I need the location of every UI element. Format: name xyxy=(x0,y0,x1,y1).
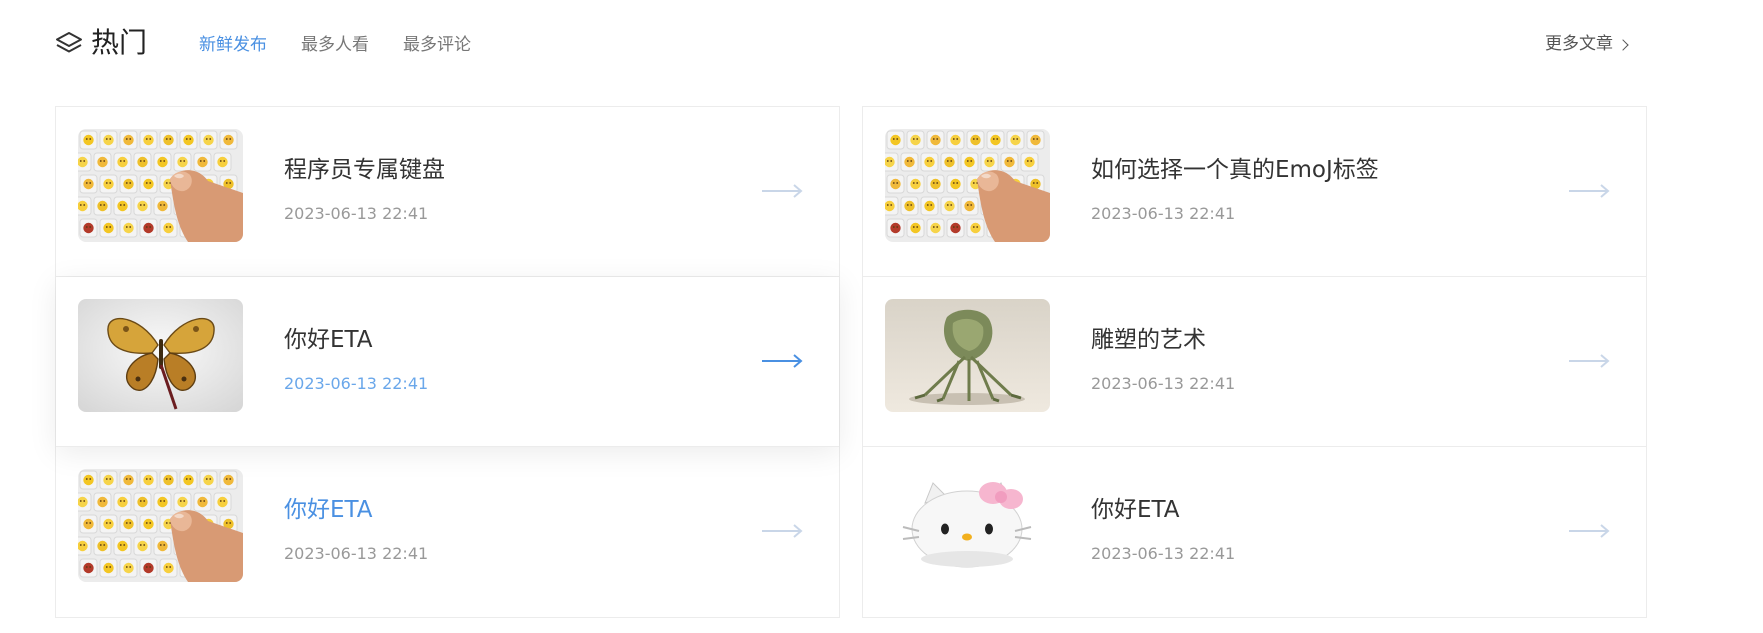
section-header: 热门 新鲜发布 最多人看 最多评论 更多文章 xyxy=(55,20,1635,70)
article-item[interactable]: 你好ETA 2023-06-13 22:41 xyxy=(56,447,839,617)
article-item[interactable]: 如何选择一个真的EmoJ标签 2023-06-13 22:41 xyxy=(863,107,1646,277)
arrow-right-icon[interactable] xyxy=(1568,523,1610,539)
article-date: 2023-06-13 22:41 xyxy=(284,374,429,393)
article-date: 2023-06-13 22:41 xyxy=(1091,374,1236,393)
article-title[interactable]: 雕塑的艺术 xyxy=(1091,325,1206,355)
article-thumbnail[interactable] xyxy=(885,129,1050,242)
article-thumbnail[interactable] xyxy=(78,129,243,242)
article-title[interactable]: 你好ETA xyxy=(284,325,373,355)
layers-icon xyxy=(55,30,83,58)
article-title[interactable]: 你好ETA xyxy=(284,495,373,525)
article-date: 2023-06-13 22:41 xyxy=(284,544,429,563)
article-thumbnail[interactable] xyxy=(885,469,1050,582)
arrow-right-icon[interactable] xyxy=(1568,353,1610,369)
article-thumbnail[interactable] xyxy=(885,299,1050,412)
arrow-right-icon[interactable] xyxy=(761,523,803,539)
arrow-right-icon[interactable] xyxy=(761,353,803,369)
more-articles-link[interactable]: 更多文章 xyxy=(1545,32,1629,56)
article-item[interactable]: 雕塑的艺术 2023-06-13 22:41 xyxy=(863,277,1646,447)
article-column-right: 如何选择一个真的EmoJ标签 2023-06-13 22:41 雕塑的艺术 2023… xyxy=(862,106,1647,618)
article-title[interactable]: 你好ETA xyxy=(1091,495,1180,525)
article-date: 2023-06-13 22:41 xyxy=(284,204,429,223)
article-date: 2023-06-13 22:41 xyxy=(1091,544,1236,563)
article-thumbnail[interactable] xyxy=(78,469,243,582)
section-title: 热门 xyxy=(91,26,148,59)
article-item[interactable]: 你好ETA 2023-06-13 22:41 xyxy=(863,447,1646,617)
tab-newest[interactable]: 新鲜发布 xyxy=(199,33,267,57)
article-column-left: 程序员专属键盘 2023-06-13 22:41 你好ETA 2023-06-13 … xyxy=(55,106,840,618)
article-item[interactable]: 程序员专属键盘 2023-06-13 22:41 xyxy=(56,107,839,277)
arrow-right-icon[interactable] xyxy=(1568,183,1610,199)
tab-most-viewed[interactable]: 最多人看 xyxy=(301,33,369,57)
article-title[interactable]: 程序员专属键盘 xyxy=(284,155,445,185)
article-date: 2023-06-13 22:41 xyxy=(1091,204,1236,223)
arrow-right-icon[interactable] xyxy=(761,183,803,199)
article-title[interactable]: 如何选择一个真的EmoJ标签 xyxy=(1091,155,1379,185)
hot-articles-section: 热门 新鲜发布 最多人看 最多评论 更多文章 程序员专属键盘 2023-06-13… xyxy=(0,0,1763,633)
article-item[interactable]: 你好ETA 2023-06-13 22:41 xyxy=(56,277,839,447)
article-thumbnail[interactable] xyxy=(78,299,243,412)
sort-tabs: 新鲜发布 最多人看 最多评论 xyxy=(199,33,505,57)
more-articles-label: 更多文章 xyxy=(1545,34,1613,54)
chevron-right-icon xyxy=(1617,38,1629,51)
tab-most-commented[interactable]: 最多评论 xyxy=(403,33,471,57)
